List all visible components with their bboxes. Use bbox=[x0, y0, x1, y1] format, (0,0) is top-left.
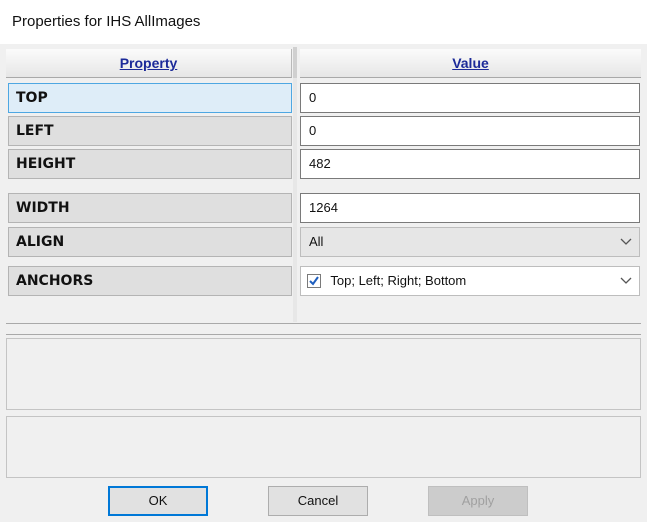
property-name-height[interactable]: HEIGHT bbox=[8, 149, 292, 179]
align-dropdown[interactable]: All bbox=[300, 227, 640, 257]
anchors-dropdown[interactable]: Top; Left; Right; Bottom bbox=[300, 266, 640, 296]
column-header-value[interactable]: Value bbox=[300, 49, 641, 78]
property-name-anchors[interactable]: ANCHORS bbox=[8, 266, 292, 296]
checkmark-icon bbox=[309, 276, 319, 286]
anchors-checkbox[interactable] bbox=[307, 274, 321, 288]
dropdown-value: Top; Left; Right; Bottom bbox=[330, 273, 467, 288]
value-text: 1264 bbox=[309, 200, 338, 215]
chevron-down-icon[interactable] bbox=[617, 267, 635, 295]
description-divider bbox=[6, 334, 641, 335]
value-text: 482 bbox=[309, 156, 331, 171]
value-field-height[interactable]: 482 bbox=[300, 149, 640, 179]
value-text: 0 bbox=[309, 123, 317, 138]
column-splitter[interactable] bbox=[293, 47, 297, 78]
value-field-left[interactable]: 0 bbox=[300, 116, 640, 146]
description-panel bbox=[6, 338, 641, 410]
chevron-down-icon[interactable] bbox=[617, 228, 635, 256]
property-name-left[interactable]: LEFT bbox=[8, 116, 292, 146]
help-panel bbox=[6, 416, 641, 478]
dialog-titlebar: Properties for IHS AllImages bbox=[0, 0, 647, 44]
column-header-property[interactable]: Property bbox=[6, 49, 292, 78]
value-field-top[interactable]: 0 bbox=[300, 83, 640, 113]
grid-column-divider bbox=[293, 78, 297, 322]
apply-button[interactable]: Apply bbox=[428, 486, 528, 516]
property-name-top[interactable]: TOP bbox=[8, 83, 292, 113]
property-name-width[interactable]: WIDTH bbox=[8, 193, 292, 223]
dialog-title: Properties for IHS AllImages bbox=[12, 13, 201, 30]
ok-button[interactable]: OK bbox=[108, 486, 208, 516]
value-text: 0 bbox=[309, 90, 317, 105]
value-field-width[interactable]: 1264 bbox=[300, 193, 640, 223]
cancel-button[interactable]: Cancel bbox=[268, 486, 368, 516]
grid-bottom-divider bbox=[6, 323, 641, 324]
dropdown-value: All bbox=[309, 234, 324, 249]
property-name-align[interactable]: ALIGN bbox=[8, 227, 292, 257]
